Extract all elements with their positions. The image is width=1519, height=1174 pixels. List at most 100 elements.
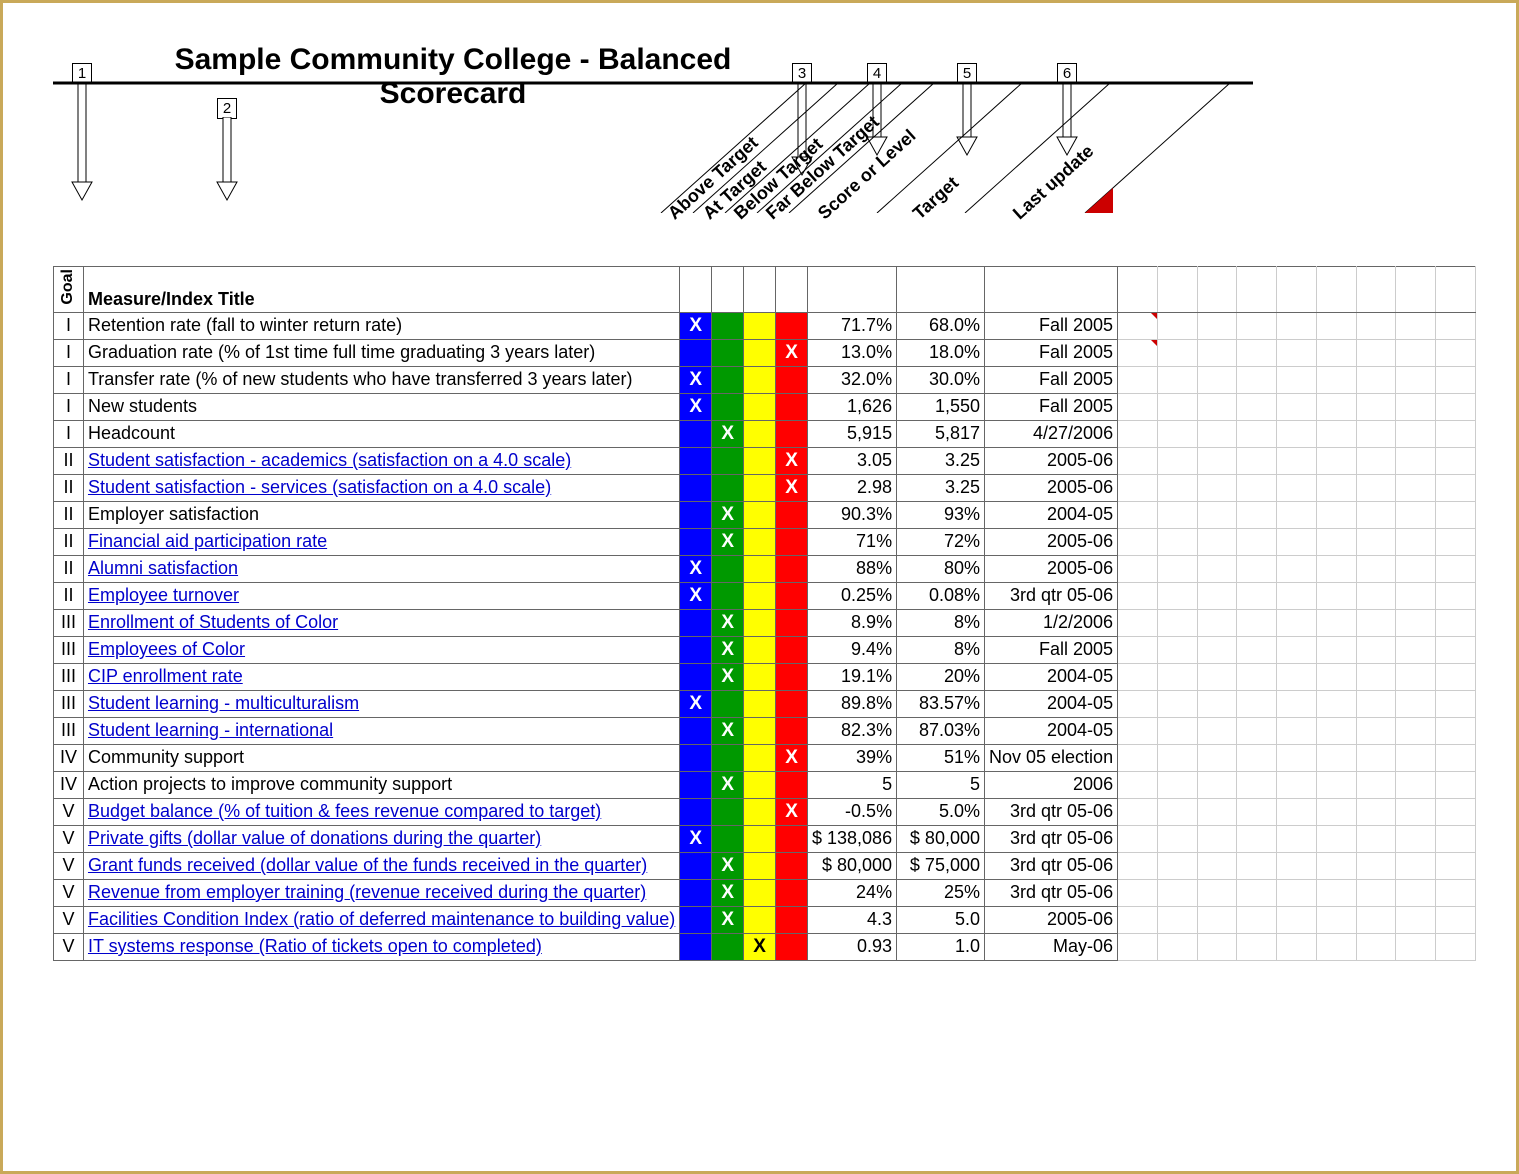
cell-extra bbox=[1197, 474, 1237, 501]
cell-extra bbox=[1436, 933, 1476, 960]
cell-status bbox=[712, 825, 744, 852]
cell-measure[interactable]: Alumni satisfaction bbox=[83, 555, 679, 582]
cell-status: X bbox=[776, 339, 808, 366]
cell-extra bbox=[1277, 339, 1317, 366]
cell-score: 2.98 bbox=[808, 474, 897, 501]
cell-extra bbox=[1436, 609, 1476, 636]
cell-extra bbox=[1237, 717, 1277, 744]
cell-status: X bbox=[776, 474, 808, 501]
table-row: IVAction projects to improve community s… bbox=[54, 771, 1476, 798]
cell-score: 3.05 bbox=[808, 447, 897, 474]
cell-measure[interactable]: Enrollment of Students of Color bbox=[83, 609, 679, 636]
cell-extra bbox=[1118, 609, 1158, 636]
cell-status bbox=[744, 582, 776, 609]
cell-status bbox=[680, 717, 712, 744]
cell-status: X bbox=[712, 771, 744, 798]
cell-status bbox=[744, 474, 776, 501]
cell-measure[interactable]: Student learning - multiculturalism bbox=[83, 690, 679, 717]
cell-extra bbox=[1436, 339, 1476, 366]
table-row: IIAlumni satisfactionX88%80%2005-06 bbox=[54, 555, 1476, 582]
table-row: IIEmployer satisfactionX90.3%93%2004-05 bbox=[54, 501, 1476, 528]
cell-goal: III bbox=[54, 690, 84, 717]
cell-extra bbox=[1356, 582, 1396, 609]
cell-extra bbox=[1316, 393, 1356, 420]
cell-target: 80% bbox=[897, 555, 985, 582]
cell-goal: I bbox=[54, 312, 84, 339]
cell-measure[interactable]: Facilities Condition Index (ratio of def… bbox=[83, 906, 679, 933]
cell-extra bbox=[1277, 663, 1317, 690]
cell-extra bbox=[1237, 906, 1277, 933]
cell-extra bbox=[1197, 663, 1237, 690]
cell-extra bbox=[1157, 528, 1197, 555]
cell-extra bbox=[1118, 690, 1158, 717]
cell-measure[interactable]: Private gifts (dollar value of donations… bbox=[83, 825, 679, 852]
cell-extra bbox=[1118, 366, 1158, 393]
cell-extra bbox=[1237, 555, 1277, 582]
table-row: VBudget balance (% of tuition & fees rev… bbox=[54, 798, 1476, 825]
cell-target: $ 80,000 bbox=[897, 825, 985, 852]
cell-target: 30.0% bbox=[897, 366, 985, 393]
cell-measure[interactable]: Student learning - international bbox=[83, 717, 679, 744]
cell-extra bbox=[1157, 501, 1197, 528]
cell-extra bbox=[1277, 582, 1317, 609]
cell-extra bbox=[1277, 798, 1317, 825]
cell-status bbox=[744, 366, 776, 393]
cell-extra bbox=[1118, 717, 1158, 744]
cell-measure: Retention rate (fall to winter return ra… bbox=[83, 312, 679, 339]
cell-measure[interactable]: Budget balance (% of tuition & fees reve… bbox=[83, 798, 679, 825]
cell-measure[interactable]: Financial aid participation rate bbox=[83, 528, 679, 555]
cell-measure[interactable]: IT systems response (Ratio of tickets op… bbox=[83, 933, 679, 960]
cell-goal: II bbox=[54, 582, 84, 609]
cell-measure[interactable]: Student satisfaction - services (satisfa… bbox=[83, 474, 679, 501]
cell-extra bbox=[1356, 717, 1396, 744]
cell-extra bbox=[1118, 879, 1158, 906]
cell-extra bbox=[1118, 744, 1158, 771]
cell-status bbox=[744, 555, 776, 582]
cell-extra bbox=[1118, 474, 1158, 501]
cell-extra bbox=[1356, 636, 1396, 663]
cell-status bbox=[744, 420, 776, 447]
cell-status: X bbox=[712, 879, 744, 906]
cell-score: 19.1% bbox=[808, 663, 897, 690]
cell-status bbox=[776, 852, 808, 879]
cell-extra bbox=[1118, 636, 1158, 663]
cell-extra bbox=[1436, 447, 1476, 474]
cell-extra bbox=[1237, 879, 1277, 906]
cell-extra bbox=[1197, 447, 1237, 474]
cell-status: X bbox=[680, 690, 712, 717]
cell-extra bbox=[1118, 906, 1158, 933]
cell-status bbox=[680, 420, 712, 447]
cell-extra bbox=[1356, 771, 1396, 798]
cell-extra bbox=[1316, 582, 1356, 609]
cell-status bbox=[680, 933, 712, 960]
cell-measure[interactable]: Employees of Color bbox=[83, 636, 679, 663]
cell-extra bbox=[1277, 690, 1317, 717]
cell-status bbox=[776, 825, 808, 852]
table-row: IVCommunity supportX39%51%Nov 05 electio… bbox=[54, 744, 1476, 771]
cell-extra bbox=[1316, 771, 1356, 798]
cell-extra bbox=[1396, 555, 1436, 582]
cell-score: 32.0% bbox=[808, 366, 897, 393]
cell-extra bbox=[1237, 393, 1277, 420]
cell-measure[interactable]: Employee turnover bbox=[83, 582, 679, 609]
cell-target: 8% bbox=[897, 636, 985, 663]
cell-extra bbox=[1396, 474, 1436, 501]
cell-extra bbox=[1157, 312, 1197, 339]
cell-update: 2005-06 bbox=[985, 906, 1118, 933]
cell-update: Fall 2005 bbox=[985, 636, 1118, 663]
cell-extra bbox=[1197, 339, 1237, 366]
cell-goal: II bbox=[54, 474, 84, 501]
cell-extra bbox=[1396, 690, 1436, 717]
cell-extra bbox=[1237, 690, 1277, 717]
cell-measure[interactable]: Revenue from employer training (revenue … bbox=[83, 879, 679, 906]
cell-update: Nov 05 election bbox=[985, 744, 1118, 771]
cell-target: 1,550 bbox=[897, 393, 985, 420]
cell-measure[interactable]: Grant funds received (dollar value of th… bbox=[83, 852, 679, 879]
cell-update: May-06 bbox=[985, 933, 1118, 960]
cell-extra bbox=[1396, 879, 1436, 906]
cell-extra bbox=[1157, 420, 1197, 447]
cell-measure[interactable]: CIP enrollment rate bbox=[83, 663, 679, 690]
cell-extra bbox=[1356, 420, 1396, 447]
cell-extra bbox=[1396, 393, 1436, 420]
cell-measure[interactable]: Student satisfaction - academics (satisf… bbox=[83, 447, 679, 474]
